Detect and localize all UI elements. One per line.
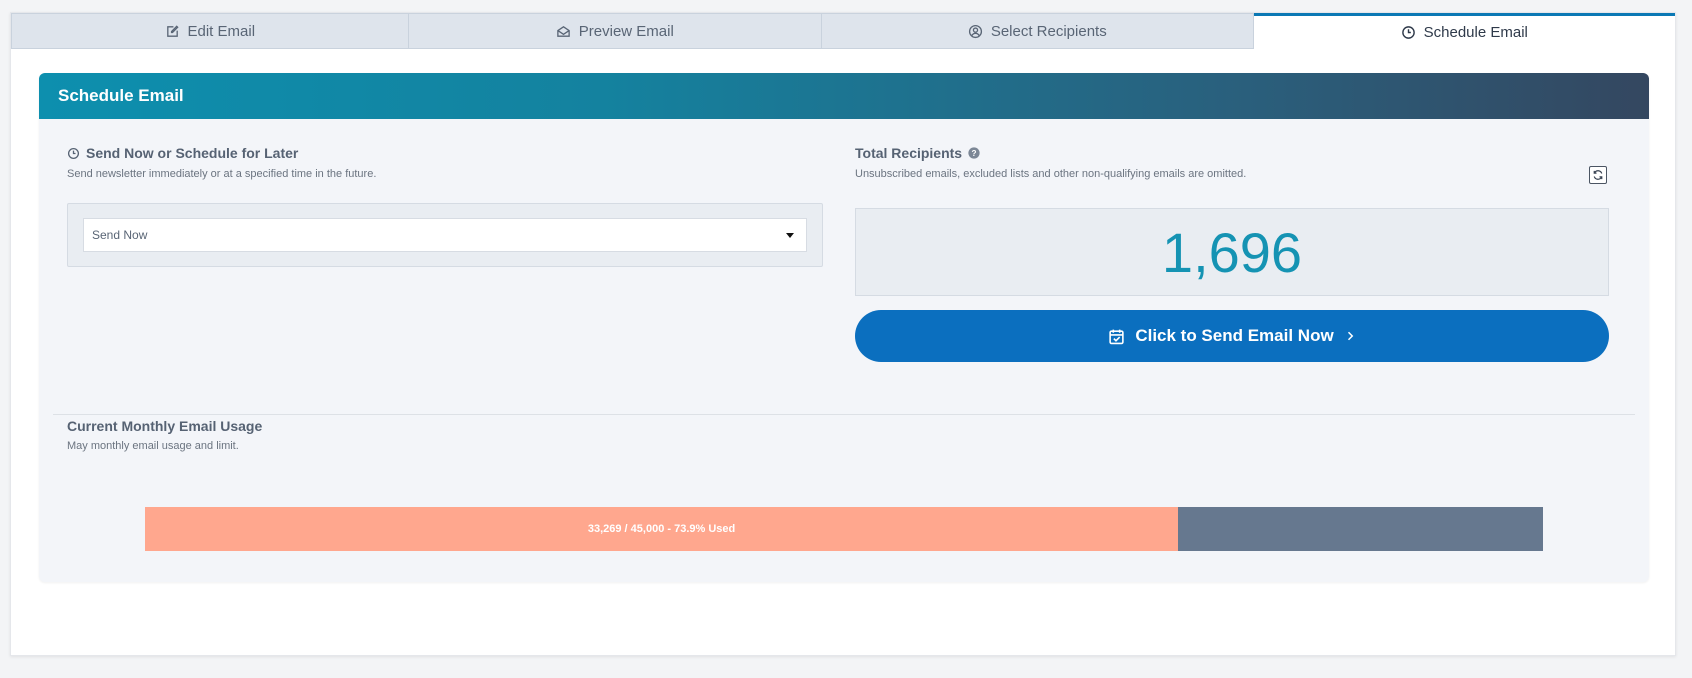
caret-down-icon <box>786 233 794 238</box>
recipient-count: 1,696 <box>1161 220 1303 284</box>
schedule-select-container: Send Now <box>67 203 823 267</box>
user-circle-icon <box>968 24 982 38</box>
send-email-button[interactable]: Click to Send Email Now <box>855 310 1609 362</box>
refresh-icon <box>1593 170 1603 180</box>
usage-progress-label: 33,269 / 45,000 - 73.9% Used <box>587 523 736 535</box>
usage-progress-fill: 33,269 / 45,000 - 73.9% Used <box>145 507 1179 551</box>
schedule-panel: Schedule Email Send Now or Schedule for … <box>39 73 1649 582</box>
tab-preview-email[interactable]: Preview Email <box>408 13 823 49</box>
usage-section-title: Current Monthly Email Usage <box>67 418 262 434</box>
usage-description: May monthly email usage and limit. <box>67 440 239 452</box>
section-divider <box>53 414 1635 415</box>
usage-progress-bar: 33,269 / 45,000 - 73.9% Used <box>145 507 1543 551</box>
tab-label: Edit Email <box>187 22 256 40</box>
tab-bar: Edit Email Preview Email Select Recipien… <box>11 13 1675 49</box>
calendar-check-icon <box>1109 329 1124 344</box>
schedule-section-title: Send Now or Schedule for Later <box>67 145 298 161</box>
tab-schedule-email[interactable]: Schedule Email <box>1253 13 1675 49</box>
schedule-description: Send newsletter immediately or at a spec… <box>67 168 377 180</box>
recipients-section-title: Total Recipients ? <box>855 145 980 161</box>
refresh-button[interactable] <box>1589 166 1607 184</box>
clock-icon <box>1401 26 1415 39</box>
select-value: Send Now <box>92 228 148 242</box>
recipients-title-text: Total Recipients <box>855 145 963 161</box>
usage-title-text: Current Monthly Email Usage <box>67 418 263 434</box>
recipients-description: Unsubscribed emails, excluded lists and … <box>855 168 1247 180</box>
envelope-open-icon <box>556 25 570 37</box>
panel-header: Schedule Email <box>39 73 1649 119</box>
main-container: Edit Email Preview Email Select Recipien… <box>10 12 1676 656</box>
tab-edit-email[interactable]: Edit Email <box>11 13 409 49</box>
schedule-title-text: Send Now or Schedule for Later <box>86 145 299 161</box>
recipient-count-box: 1,696 <box>855 208 1609 296</box>
tab-label: Preview Email <box>578 22 674 40</box>
tab-label: Schedule Email <box>1423 24 1528 41</box>
send-button-label: Click to Send Email Now <box>1135 326 1334 345</box>
svg-text:?: ? <box>972 149 977 158</box>
chevron-right-icon <box>1347 331 1353 341</box>
tab-select-recipients[interactable]: Select Recipients <box>822 13 1254 49</box>
edit-icon <box>166 24 179 37</box>
send-timing-select[interactable]: Send Now <box>83 218 807 252</box>
help-icon[interactable]: ? <box>968 147 980 159</box>
clock-icon <box>67 147 80 159</box>
tab-label: Select Recipients <box>990 22 1107 40</box>
panel-title: Schedule Email <box>58 86 184 105</box>
